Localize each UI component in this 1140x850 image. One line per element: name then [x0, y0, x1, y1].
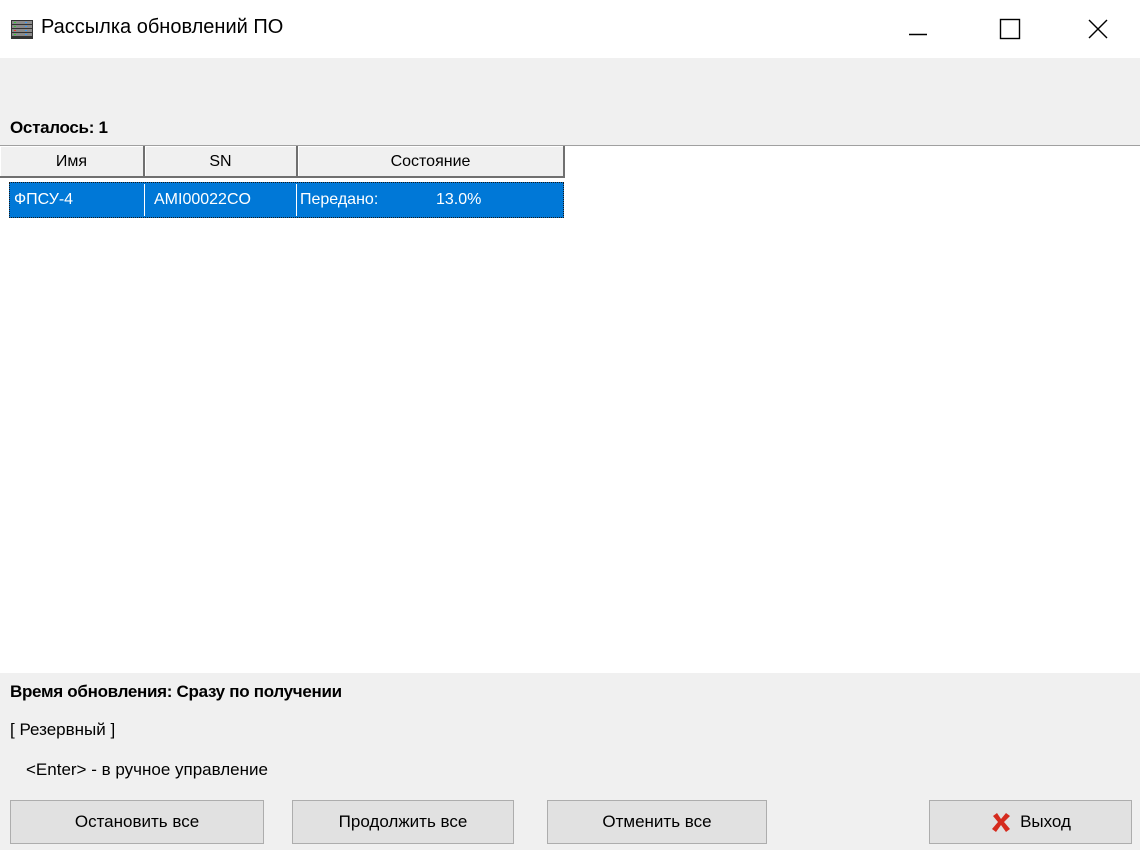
close-icon: [1088, 19, 1108, 39]
cell-name: ФПСУ-4: [14, 191, 74, 208]
column-header-sn[interactable]: SN: [145, 146, 298, 178]
title-bar[interactable]: Рассылка обновлений ПО: [0, 0, 1140, 58]
red-x-icon: [992, 813, 1011, 832]
continue-all-button[interactable]: Продолжить все: [292, 800, 514, 844]
cancel-all-button[interactable]: Отменить все: [547, 800, 767, 844]
cell-sn: AMI00022CO: [154, 191, 251, 208]
cell-divider: [296, 184, 297, 216]
cell-state-value: 13.0%: [436, 191, 482, 208]
window-title: Рассылка обновлений ПО: [41, 16, 284, 38]
cell-divider: [144, 184, 145, 216]
exit-button[interactable]: Выход: [929, 800, 1132, 844]
update-distribution-form: Осталось: 1 Имя SN Состояние ФПСУ-4 AMI0…: [0, 58, 1140, 850]
minimize-button[interactable]: [872, 0, 964, 58]
stop-all-button[interactable]: Остановить все: [10, 800, 264, 844]
remaining-count: Осталось: 1: [10, 118, 108, 137]
close-button[interactable]: [1056, 0, 1140, 58]
mode-label: [ Резервный ]: [10, 720, 116, 739]
exit-button-label: Выход: [1020, 812, 1071, 831]
minimize-icon: [909, 33, 927, 36]
table-row[interactable]: ФПСУ-4 AMI00022CO Передано: 13.0%: [9, 182, 564, 218]
server-rack-icon: [11, 20, 33, 39]
column-header-state[interactable]: Состояние: [298, 146, 565, 178]
enter-hint: <Enter> - в ручное управление: [26, 760, 268, 779]
devices-list[interactable]: Имя SN Состояние ФПСУ-4 AMI00022CO Перед…: [0, 145, 1140, 673]
maximize-icon: [999, 18, 1021, 40]
cell-state-label: Передано:: [300, 191, 379, 208]
update-time-label: Время обновления: Сразу по получении: [10, 682, 342, 701]
column-header-name[interactable]: Имя: [0, 146, 145, 178]
maximize-button[interactable]: [964, 0, 1056, 58]
